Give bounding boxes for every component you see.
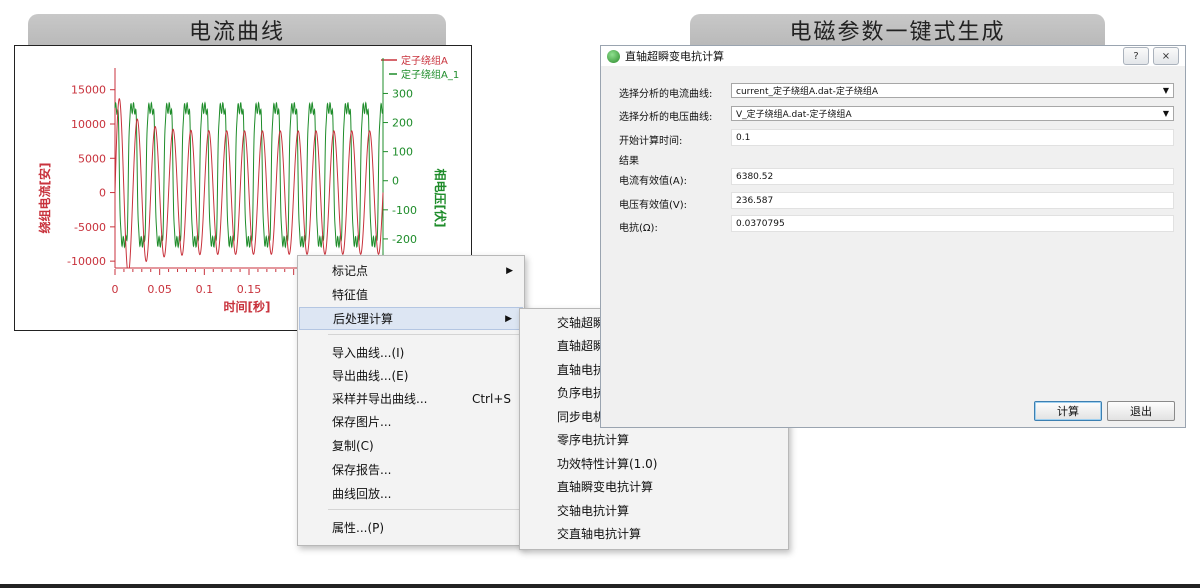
submenu-item-q-reactance[interactable]: 交轴电抗计算 [521,499,787,522]
voltage-rms-field[interactable]: 236.587 [731,192,1174,209]
menu-item-post-processing[interactable]: 后处理计算 ▶ [299,307,523,330]
submenu-item-zero-seq[interactable]: 零序电抗计算 [521,428,787,451]
compute-button[interactable]: 计算 [1034,401,1102,421]
voltage-curve-label: 选择分析的电压曲线: [619,112,713,123]
menu-item-label: 复制(C) [332,439,374,453]
right-axis-tick-label: 0 [392,175,399,188]
menu-item-import-curve[interactable]: 导入曲线...(I) [299,341,523,364]
dialog-title-bar: 直轴超瞬变电抗计算 ? ⨯ [601,46,1185,66]
voltage-curve-value: V_定子绕组A.dat-定子绕组A [736,110,852,120]
menu-item-label: 采样并导出曲线... [332,392,428,406]
menu-item-sample-export[interactable]: 采样并导出曲线... Ctrl+S [299,387,523,410]
dialog-title: 直轴超瞬变电抗计算 [625,50,724,63]
menu-item-label: 特征值 [332,288,369,302]
section-title-left: 电流曲线 [28,14,446,46]
menu-separator [328,334,520,335]
submenu-arrow-icon: ▶ [505,313,512,324]
reactance-dialog: 直轴超瞬变电抗计算 ? ⨯ 选择分析的电流曲线: current_定子绕组A.d… [600,45,1186,428]
right-axis-tick-label: 100 [392,146,413,159]
voltage-curve-select[interactable]: V_定子绕组A.dat-定子绕组A ▼ [731,106,1174,121]
voltage-rms-value: 236.587 [736,195,774,206]
menu-item-curve-playback[interactable]: 曲线回放... [299,482,523,505]
menu-item-label: 导出曲线...(E) [332,369,409,383]
x-axis-label: 时间[秒] [224,299,271,314]
right-axis-tick-label: 300 [392,87,413,100]
x-axis-tick-label: 0.15 [237,283,262,296]
menu-item-label: 曲线回放... [332,487,392,501]
help-button[interactable]: ? [1123,47,1149,65]
left-axis-tick-label: -5000 [74,221,106,234]
reactance-value: 0.0370795 [736,218,785,229]
menu-item-save-image[interactable]: 保存图片... [299,410,523,433]
left-axis-tick-label: 5000 [78,152,106,165]
current-rms-field[interactable]: 6380.52 [731,168,1174,185]
right-axis-tick-label: -200 [392,233,417,246]
menu-item-label: 属性...(P) [332,521,385,535]
x-axis-tick-label: 0.05 [147,283,172,296]
series-line-green [114,101,384,249]
start-time-value: 0.1 [736,132,751,143]
current-curve-select[interactable]: current_定子绕组A.dat-定子绕组A ▼ [731,83,1174,98]
left-axis-tick-label: 10000 [71,118,106,131]
menu-item-export-curve[interactable]: 导出曲线...(E) [299,364,523,387]
menu-item-label: 后处理计算 [333,312,394,326]
left-axis-label: 绕组电流[安] [37,163,52,234]
left-axis-tick-label: 15000 [71,84,106,97]
current-rms-label: 电流有效值(A): [619,176,688,187]
menu-item-label: 标记点 [332,264,369,278]
current-curve-value: current_定子绕组A.dat-定子绕组A [736,87,878,97]
submenu-item-d-transient[interactable]: 直轴瞬变电抗计算 [521,475,787,498]
close-button[interactable]: ⨯ [1153,47,1179,65]
reactance-field[interactable]: 0.0370795 [731,215,1174,232]
menu-item-feature-value[interactable]: 特征值 [299,283,523,306]
menu-item-label: 保存图片... [332,415,392,429]
left-axis-tick-label: -10000 [67,255,106,268]
menu-separator [328,509,520,510]
current-rms-value: 6380.52 [736,171,774,182]
reactance-label: 电抗(Ω): [619,223,658,234]
x-axis-tick-label: 0 [112,283,119,296]
exit-button[interactable]: 退出 [1107,401,1175,421]
dropdown-arrow-icon: ▼ [1162,86,1169,95]
legend-entry-2: 定子绕组A_1 [401,68,459,81]
x-axis-tick-label: 0.1 [196,283,214,296]
result-header: 结果 [619,156,639,167]
submenu-arrow-icon: ▶ [506,265,513,276]
start-time-label: 开始计算时间: [619,136,683,147]
dropdown-arrow-icon: ▼ [1162,109,1169,118]
current-curve-label: 选择分析的电流曲线: [619,89,713,100]
start-time-input[interactable]: 0.1 [731,129,1174,146]
menu-item-shortcut: Ctrl+S [471,391,511,406]
menu-item-properties[interactable]: 属性...(P) [299,516,523,539]
submenu-item-efficiency[interactable]: 功效特性计算(1.0) [521,452,787,475]
menu-item-copy[interactable]: 复制(C) [299,434,523,457]
app-icon [607,49,620,63]
context-menu: 标记点 ▶ 特征值 后处理计算 ▶ 导入曲线...(I) 导出曲线...(E) … [297,255,525,546]
menu-item-save-report[interactable]: 保存报告... [299,458,523,481]
section-title-right: 电磁参数一键式生成 [690,14,1105,46]
voltage-rms-label: 电压有效值(V): [619,200,688,211]
legend-entry-1: 定子绕组A [401,54,448,67]
submenu-item-dq-reactance[interactable]: 交直轴电抗计算 [521,522,787,545]
menu-item-mark-point[interactable]: 标记点 ▶ [299,259,523,282]
right-axis-tick-label: 200 [392,117,413,130]
right-axis-label: 相电压[伏] [433,169,448,228]
bottom-bar [0,584,1200,588]
menu-item-label: 导入曲线...(I) [332,346,405,360]
left-axis-tick-label: 0 [99,187,106,200]
right-axis-tick-label: -100 [392,204,417,217]
menu-item-label: 保存报告... [332,463,392,477]
